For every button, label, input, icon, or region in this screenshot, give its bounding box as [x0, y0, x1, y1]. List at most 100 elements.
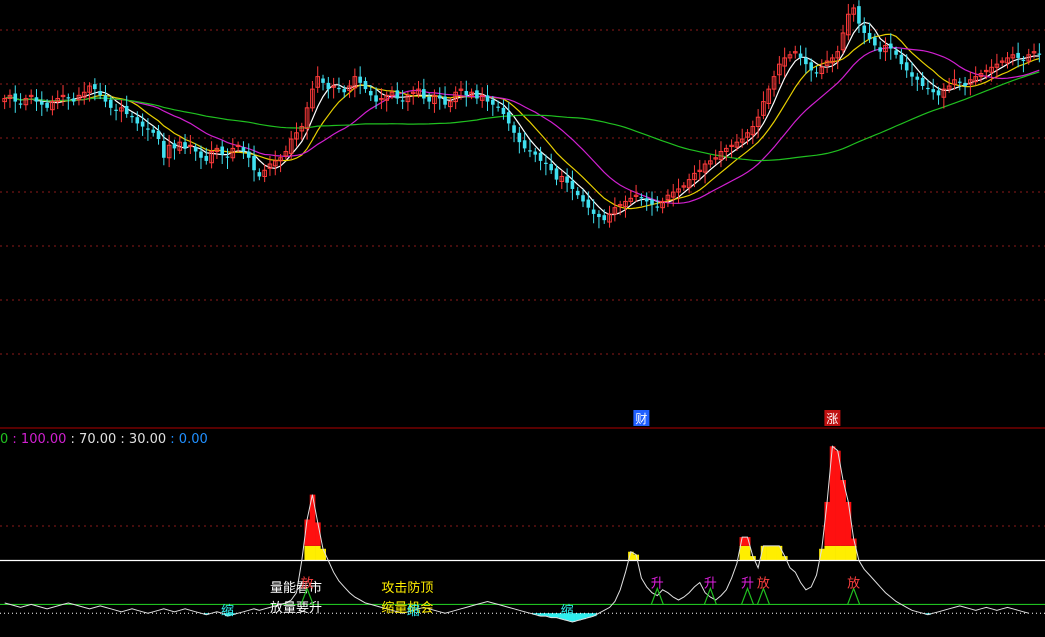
indicator-fill-red [824, 501, 831, 546]
signal-label: 放 [301, 576, 314, 591]
indicator-fill-yellow [835, 545, 841, 561]
indicator-base [809, 587, 815, 605]
annotation-text: 攻击防顶 [381, 580, 433, 596]
candle-body-down [34, 97, 39, 102]
candle-body-down [114, 109, 118, 111]
candle-body-down [581, 195, 585, 202]
indicator-header-value: 0 [0, 432, 12, 447]
candle-body-down [246, 151, 251, 158]
candle-body-down [814, 72, 819, 74]
candle-body-down [655, 206, 660, 208]
candle-body-down [241, 147, 246, 152]
indicator-base [771, 561, 777, 605]
event-badge-text: 财 [635, 412, 647, 426]
indicator-base [867, 575, 873, 604]
candle-body-down [873, 37, 877, 46]
shrink-label: 缩 [561, 603, 574, 619]
indicator-base [824, 561, 830, 605]
candle-body-down [18, 103, 23, 105]
indicator-base [840, 561, 846, 605]
indicator-fill-yellow [744, 545, 751, 561]
candle-body-down [528, 150, 532, 152]
indicator-fill-yellow [840, 545, 846, 561]
candle-body-down [522, 140, 527, 149]
candle-body-down [506, 112, 511, 124]
candle-body-down [135, 117, 140, 124]
indicator-base [676, 600, 682, 604]
candle-body-down [904, 62, 909, 71]
candle-body-down [597, 213, 601, 218]
candle-body-down [549, 164, 553, 171]
candle-body-down [427, 96, 431, 102]
indicator-line [4, 445, 1029, 623]
candle-body-down [798, 53, 803, 58]
shrink-label: 缩 [221, 603, 234, 619]
candle-body-down [45, 102, 49, 108]
candle-body-down [363, 81, 368, 90]
indicator-fill-yellow [824, 545, 831, 561]
indicator-base [835, 561, 841, 605]
candle-body-down [1016, 52, 1020, 58]
candle-body-down [639, 197, 644, 199]
candle-body-down [193, 147, 198, 152]
indicator-base [782, 561, 788, 605]
event-badge-text: 涨 [826, 411, 838, 426]
candle-body-down [151, 129, 156, 133]
candle-body-down [321, 78, 325, 83]
candle-body-down [368, 90, 373, 96]
candle-body-down [517, 132, 522, 143]
signal-label: 升 [651, 576, 664, 591]
candle-body-down [225, 156, 230, 158]
candle-body-down [485, 95, 490, 102]
candle-body-down [894, 50, 898, 55]
indicator-base [830, 561, 836, 605]
candle-body-down [586, 199, 591, 208]
indicator-base [628, 561, 634, 605]
candle-body-down [910, 72, 914, 77]
indicator-base [326, 561, 332, 605]
candle-body-down [326, 82, 331, 90]
candle-body-down [220, 146, 225, 155]
indicator-panel [0, 445, 1045, 623]
ma20-line [4, 47, 1040, 204]
candle-body-down [878, 47, 882, 52]
ma10-line [4, 33, 1040, 210]
indicator-base [336, 581, 342, 604]
indicator-fill-yellow [771, 545, 777, 561]
candle-body-down [575, 190, 580, 196]
candle-body-down [71, 98, 76, 102]
candle-body-down [496, 106, 500, 108]
candle-body-down [915, 76, 920, 80]
candle-body-down [533, 151, 538, 155]
indicator-base [777, 561, 783, 605]
candle-body-down [809, 62, 813, 71]
candle-body-down [957, 81, 962, 83]
candle-body-down [1037, 53, 1042, 55]
candle-body-down [926, 87, 930, 90]
candle-body-down [39, 101, 44, 105]
candle-body-down [963, 82, 967, 86]
signal-label: 放 [757, 576, 770, 591]
candle-body-down [857, 6, 861, 24]
candle-body-down [862, 25, 867, 33]
candle-body-down [443, 96, 447, 105]
candle-body-down [162, 140, 166, 158]
candle-body-down [899, 54, 904, 65]
candle-body-down [257, 172, 262, 177]
indicator-fill-yellow [845, 545, 852, 561]
candle-body-down [172, 143, 177, 149]
candle-body-down [867, 32, 872, 40]
indicator-fill-yellow [776, 545, 783, 561]
candle-body-down [108, 99, 113, 108]
candle-body-down [644, 198, 649, 202]
candle-body-down [199, 151, 203, 158]
candle-body-down [13, 93, 18, 102]
indicator-base [787, 568, 793, 605]
candle-body-down [491, 99, 495, 105]
indicator-base [655, 596, 661, 605]
candle-body-down [342, 89, 347, 93]
signal-label: 升 [741, 576, 754, 591]
candle-body-down [93, 84, 97, 90]
candle-body-down [124, 105, 129, 115]
candle-body-down [437, 95, 442, 99]
